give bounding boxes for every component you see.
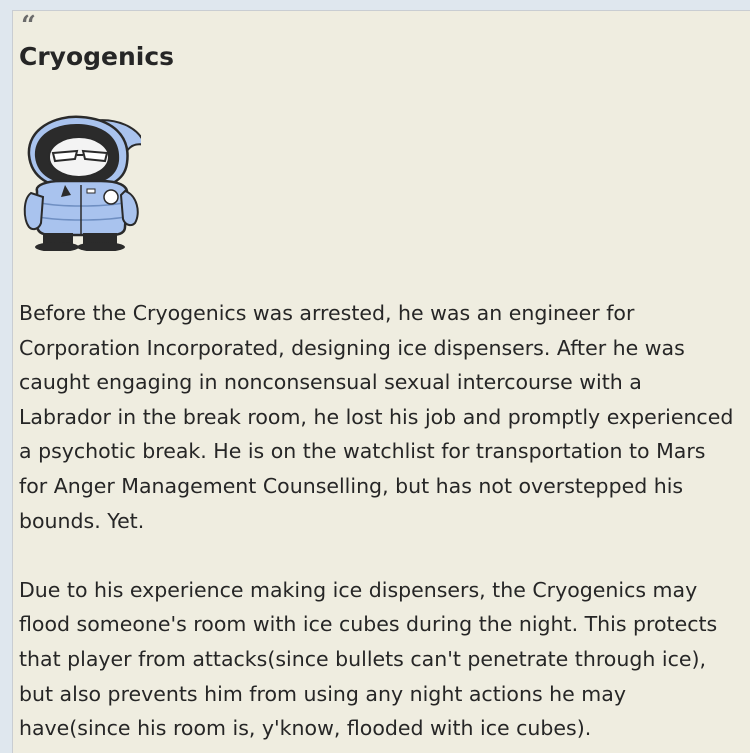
- cryogenics-character-icon: [23, 115, 141, 251]
- post-body: Before the Cryogenics was arrested, he w…: [19, 296, 739, 753]
- quote-mark-icon: “: [21, 11, 36, 41]
- post-title: Cryogenics: [19, 42, 175, 71]
- post-paragraph: Due to his experience making ice dispens…: [19, 577, 718, 741]
- quote-card: “ Cryogenics Before the Cryogenics was a…: [12, 10, 750, 753]
- post-paragraph: Before the Cryogenics was arrested, he w…: [19, 301, 734, 533]
